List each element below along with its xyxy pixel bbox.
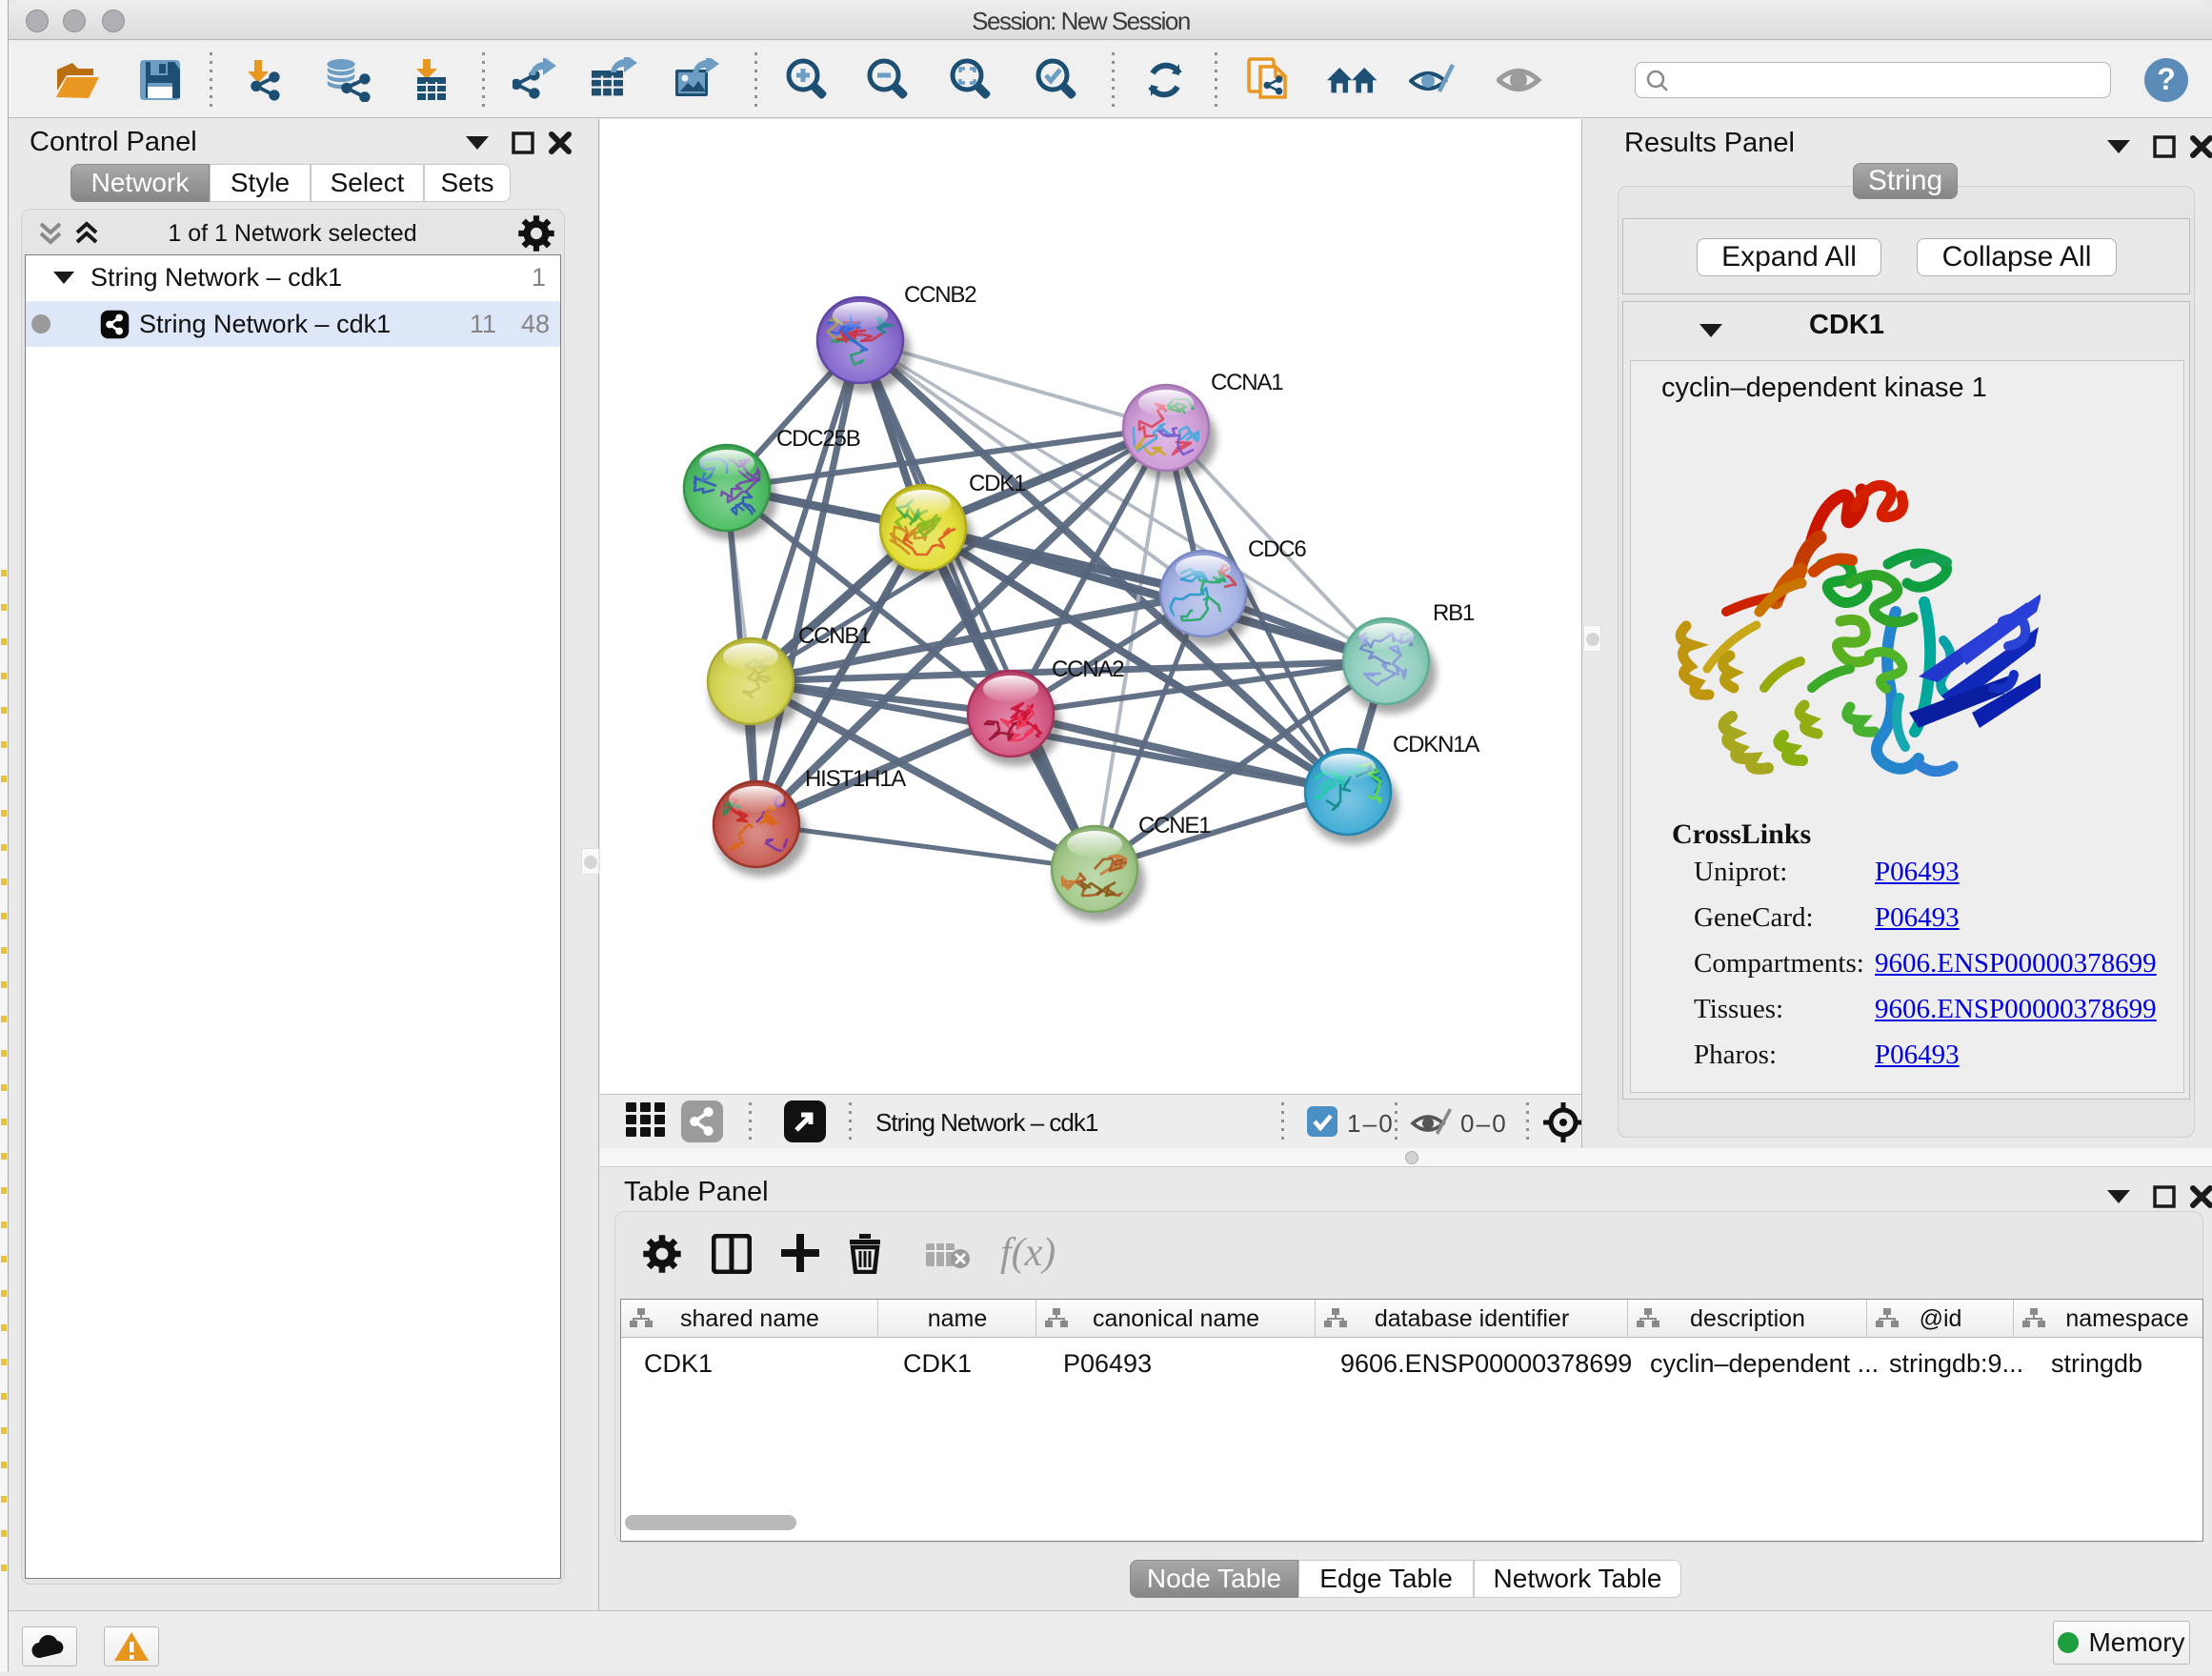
svg-text:CCNE1: CCNE1 bbox=[1138, 813, 1211, 838]
svg-text:RB1: RB1 bbox=[1433, 600, 1475, 626]
svg-text:CCNB2: CCNB2 bbox=[904, 282, 976, 308]
svg-text:CDK1: CDK1 bbox=[969, 471, 1026, 496]
svg-text:HIST1H1A: HIST1H1A bbox=[805, 766, 906, 792]
svg-text:CCNA1: CCNA1 bbox=[1211, 370, 1283, 395]
svg-text:CCNA2: CCNA2 bbox=[1052, 656, 1124, 682]
svg-text:CDKN1A: CDKN1A bbox=[1393, 732, 1479, 757]
svg-text:CCNB1: CCNB1 bbox=[798, 623, 871, 649]
svg-text:CDC25B: CDC25B bbox=[776, 426, 860, 452]
svg-text:?: ? bbox=[2157, 62, 2176, 96]
svg-text:CDC6: CDC6 bbox=[1248, 536, 1306, 562]
